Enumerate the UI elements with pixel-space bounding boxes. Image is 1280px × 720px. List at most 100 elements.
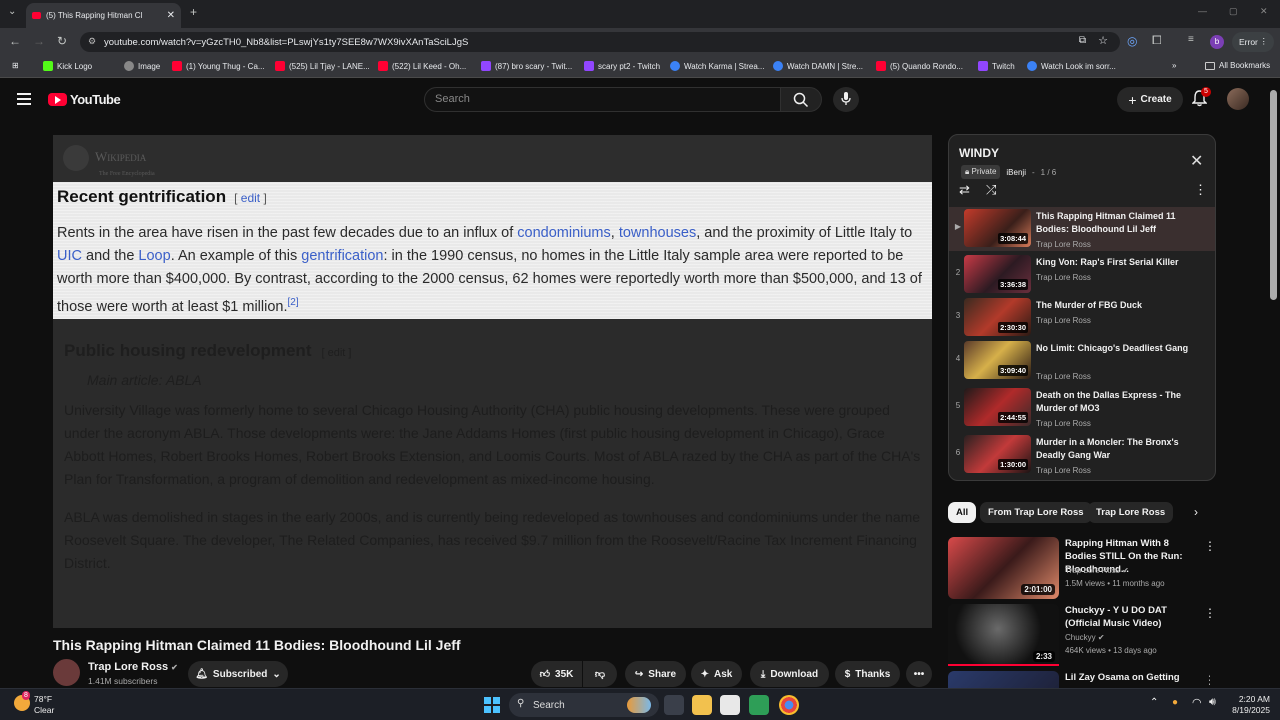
site-info-icon[interactable]: ⚙ — [88, 36, 96, 47]
reload-icon[interactable]: ↻ — [57, 34, 67, 48]
sparkle-icon: ✦ — [700, 668, 710, 680]
subscriber-count: 1.41M subscribers — [88, 676, 158, 686]
bookmark-item[interactable]: (522) Lil Keed - Oh... — [378, 61, 466, 71]
recommended-video[interactable]: 2:01:00 Rapping Hitman With 8 Bodies STI… — [948, 537, 1216, 599]
twitch-icon — [978, 61, 988, 71]
profile-avatar[interactable]: b — [1210, 35, 1224, 49]
youtube-logo[interactable]: YouTube — [48, 92, 121, 107]
all-bookmarks-button[interactable]: All Bookmarks — [1205, 61, 1270, 70]
search-button[interactable] — [780, 87, 822, 112]
chip-from-channel[interactable]: From Trap Lore Ross — [980, 502, 1092, 523]
share-button[interactable]: ↪ Share — [625, 661, 686, 687]
error-button[interactable]: Error ⋮ — [1232, 32, 1274, 52]
windows-start-icon[interactable] — [484, 697, 500, 713]
more-options-icon[interactable]: ⋮ — [1204, 673, 1210, 687]
playlist-item[interactable]: 5 2:44:55 Death on the Dallas Express - … — [949, 386, 1215, 430]
channel-avatar[interactable] — [53, 659, 80, 686]
loop-icon[interactable]: ⇄ — [959, 182, 970, 198]
bookmark-item[interactable]: Watch Look im sorr... — [1027, 61, 1116, 71]
create-button[interactable]: + Create — [1117, 87, 1183, 112]
chips-next-icon[interactable]: › — [1194, 505, 1198, 519]
media-icon[interactable]: ≡ — [1188, 34, 1194, 45]
extensions-puzzle-icon[interactable]: ⧠ — [1152, 33, 1162, 48]
video-player[interactable]: Wikipedia The Free Encyclopedia Recent g… — [53, 135, 932, 628]
system-clock[interactable]: 2:20 AM 8/19/2025 — [1226, 694, 1270, 716]
tab-search-icon[interactable]: ⌄ — [8, 6, 16, 17]
more-actions-button[interactable]: ••• — [906, 661, 932, 687]
apps-grid-icon[interactable]: ⊞ — [12, 61, 19, 70]
back-icon[interactable]: ← — [9, 34, 21, 48]
bookmark-item[interactable]: (87) bro scary - Twit... — [481, 61, 572, 71]
playlist-position: 1 / 6 — [1040, 167, 1057, 177]
url-input[interactable]: ⚙ youtube.com/watch?v=yGzcTH0_Nb8&list=P… — [80, 32, 1120, 52]
app-icon[interactable] — [720, 695, 740, 715]
tab-close-icon[interactable]: ✕ — [161, 10, 175, 21]
chrome-icon[interactable] — [779, 695, 799, 715]
download-button[interactable]: ⤓ Download — [750, 661, 829, 687]
bookmarks-bar: ⊞ Kick Logo Image (1) Young Thug - Ca...… — [0, 56, 1280, 78]
bookmark-label: Watch DAMN | Stre... — [787, 61, 864, 71]
microphone-tray-icon[interactable]: ● — [1172, 697, 1178, 708]
paragraph-text: Rents in the area have risen in the past… — [57, 225, 518, 241]
bookmark-item[interactable]: (525) Lil Tjay - LANE... — [275, 61, 370, 71]
new-tab-icon[interactable]: + — [190, 5, 197, 19]
page-scrollbar[interactable] — [1270, 90, 1277, 300]
notification-count-badge: 5 — [1201, 87, 1211, 97]
forward-icon[interactable]: → — [33, 34, 45, 48]
recommended-video[interactable]: 2:33 Chuckyy - Y U DO DAT (Official Musi… — [948, 604, 1216, 666]
bookmark-item[interactable]: scary pt2 - Twitch — [584, 61, 660, 71]
more-bookmarks-icon[interactable]: » — [1172, 61, 1176, 70]
chip-all[interactable]: All — [948, 502, 977, 523]
playlist-item[interactable]: 2 3:36:38 King Von: Rap's First Serial K… — [949, 253, 1215, 297]
shuffle-icon[interactable]: ⤮ — [986, 182, 996, 198]
playlist-close-icon[interactable]: ✕ — [1190, 151, 1203, 171]
voice-search-button[interactable] — [833, 87, 859, 112]
playlist-menu-icon[interactable]: ⋮ — [1194, 182, 1207, 198]
thanks-button[interactable]: $ Thanks — [835, 661, 900, 687]
bookmark-star-icon[interactable]: ☆ — [1098, 34, 1108, 47]
playlist-item[interactable]: ▶ 3:08:44 This Rapping Hitman Claimed 11… — [949, 207, 1215, 251]
bookmark-item[interactable]: Twitch — [978, 61, 1015, 71]
subscribed-button[interactable]: 🔔︎ Subscribed ⌄ — [188, 661, 288, 687]
channel-name[interactable]: Trap Lore Ross ✔ — [88, 661, 178, 673]
like-button[interactable]: 👍︎ 35K — [531, 661, 582, 687]
bookmark-item[interactable]: (1) Young Thug - Ca... — [172, 61, 265, 71]
bookmark-item[interactable]: (5) Quando Rondo... — [876, 61, 963, 71]
file-explorer-icon[interactable] — [692, 695, 712, 715]
tray-chevron-icon[interactable]: ⌃ — [1150, 697, 1158, 708]
wifi-icon[interactable]: ◠ — [1192, 696, 1202, 709]
hamburger-menu-icon[interactable] — [17, 93, 31, 105]
task-view-icon[interactable] — [664, 695, 684, 715]
playlist-title[interactable]: WINDY — [959, 146, 999, 160]
volume-icon[interactable]: 🔊︎ — [1209, 696, 1216, 709]
playlist-item[interactable]: 6 1:30:00 Murder in a Moncler: The Bronx… — [949, 433, 1215, 477]
extension-icon[interactable]: ◎ — [1127, 34, 1137, 48]
playlist-item[interactable]: 3 2:30:30 The Murder of FBG Duck Trap Lo… — [949, 296, 1215, 340]
bookmark-item[interactable]: Watch DAMN | Stre... — [773, 61, 863, 71]
browser-tab-active[interactable]: (5) This Rapping Hitman Cl ✕ — [26, 3, 181, 28]
close-window-icon[interactable]: ✕ — [1260, 6, 1268, 17]
youtube-favicon-icon — [172, 61, 182, 71]
playlist-owner[interactable]: iBenji — [1006, 168, 1026, 177]
video-thumbnail: 2:30:30 — [964, 298, 1031, 336]
dislike-button[interactable]: 👎︎ — [583, 661, 617, 687]
ask-button[interactable]: ✦ Ask — [691, 661, 742, 687]
chip-channel[interactable]: Trap Lore Ross — [1088, 502, 1174, 523]
bookmark-item[interactable]: Watch Karma | Strea... — [670, 61, 764, 71]
weather-widget[interactable]: 8 78°F Clear — [12, 691, 82, 717]
taskbar-search[interactable]: ⚲ Search — [509, 693, 659, 717]
search-input[interactable]: Search — [424, 87, 781, 112]
more-options-icon[interactable]: ⋮ — [1204, 539, 1216, 553]
account-avatar[interactable] — [1227, 88, 1249, 110]
notifications-button[interactable]: 5 — [1192, 87, 1211, 108]
more-options-icon[interactable]: ⋮ — [1204, 606, 1216, 620]
maximize-icon[interactable]: ▢ — [1229, 6, 1238, 17]
recommended-video[interactable]: Lil Zay Osama on Getting ⋮ — [948, 671, 1210, 688]
minimize-icon[interactable]: — — [1198, 6, 1207, 16]
app-icon[interactable] — [749, 695, 769, 715]
duration-badge: 3:08:44 — [998, 233, 1028, 244]
install-icon[interactable]: ⧉ — [1079, 35, 1086, 46]
playlist-item[interactable]: 4 3:09:40 No Limit: Chicago's Deadliest … — [949, 339, 1215, 383]
bookmark-item[interactable]: Kick Logo — [43, 61, 92, 71]
bookmark-item[interactable]: Image — [124, 61, 160, 71]
